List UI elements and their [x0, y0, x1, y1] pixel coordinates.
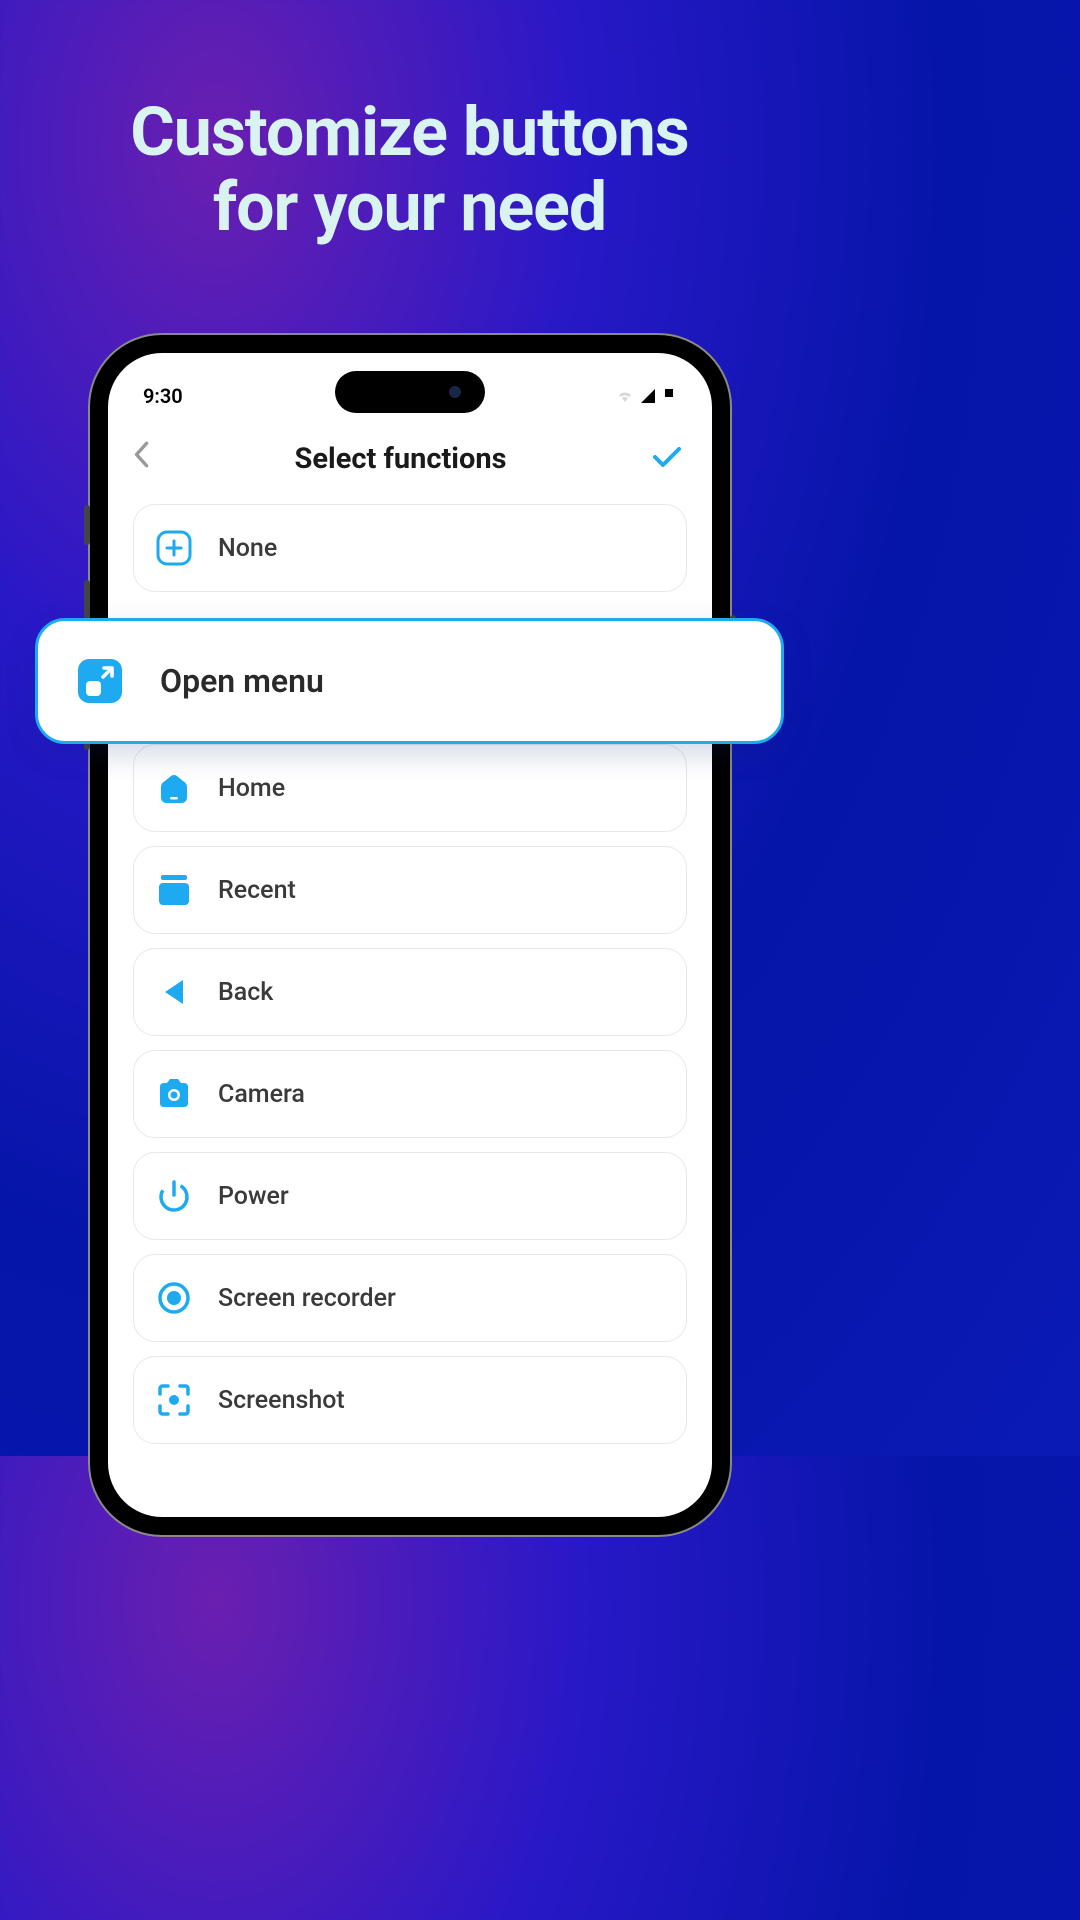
function-item-none[interactable]: None	[133, 504, 687, 592]
function-item-open-menu[interactable]: Open menu	[35, 618, 784, 744]
function-item-screen-recorder[interactable]: Screen recorder	[133, 1254, 687, 1342]
plus-outline-icon	[156, 530, 192, 566]
recent-icon	[156, 872, 192, 908]
function-item-label: Open menu	[160, 662, 324, 700]
confirm-button[interactable]	[652, 445, 682, 473]
nav-bar: Select functions	[108, 413, 712, 504]
phone-side-button	[84, 505, 90, 545]
status-time: 9:30	[143, 384, 183, 408]
function-item-label: Back	[218, 978, 273, 1007]
checkmark-icon	[652, 445, 682, 469]
function-item-label: Power	[218, 1182, 289, 1211]
cellular-icon	[641, 389, 659, 403]
battery-icon	[665, 389, 677, 403]
back-arrow-icon	[156, 974, 192, 1010]
function-item-label: Screenshot	[218, 1386, 345, 1415]
function-item-recent[interactable]: Recent	[133, 846, 687, 934]
camera-icon	[156, 1076, 192, 1112]
function-item-label: Home	[218, 774, 285, 803]
back-button[interactable]	[133, 441, 149, 476]
open-menu-icon	[76, 657, 124, 705]
phone-screen: 9:30 Select functions None	[108, 353, 712, 1517]
page-title: Select functions	[295, 442, 507, 476]
wifi-icon	[615, 388, 635, 404]
function-item-back[interactable]: Back	[133, 948, 687, 1036]
function-item-label: Recent	[218, 876, 296, 905]
function-item-screenshot[interactable]: Screenshot	[133, 1356, 687, 1444]
phone-frame: 9:30 Select functions None	[90, 335, 730, 1535]
status-icons	[615, 388, 677, 404]
phone-notch	[335, 371, 485, 413]
screenshot-icon	[156, 1382, 192, 1418]
function-item-label: None	[218, 534, 277, 563]
promo-headline: Customize buttons for your need	[0, 0, 819, 245]
power-icon	[156, 1178, 192, 1214]
headline-line2: for your need	[0, 170, 819, 245]
headline-line1: Customize buttons	[0, 95, 819, 170]
function-item-home[interactable]: Home	[133, 744, 687, 832]
home-icon	[156, 770, 192, 806]
function-item-power[interactable]: Power	[133, 1152, 687, 1240]
chevron-left-icon	[133, 441, 149, 468]
function-item-camera[interactable]: Camera	[133, 1050, 687, 1138]
function-item-label: Screen recorder	[218, 1284, 396, 1313]
function-item-label: Camera	[218, 1080, 305, 1109]
record-icon	[156, 1280, 192, 1316]
